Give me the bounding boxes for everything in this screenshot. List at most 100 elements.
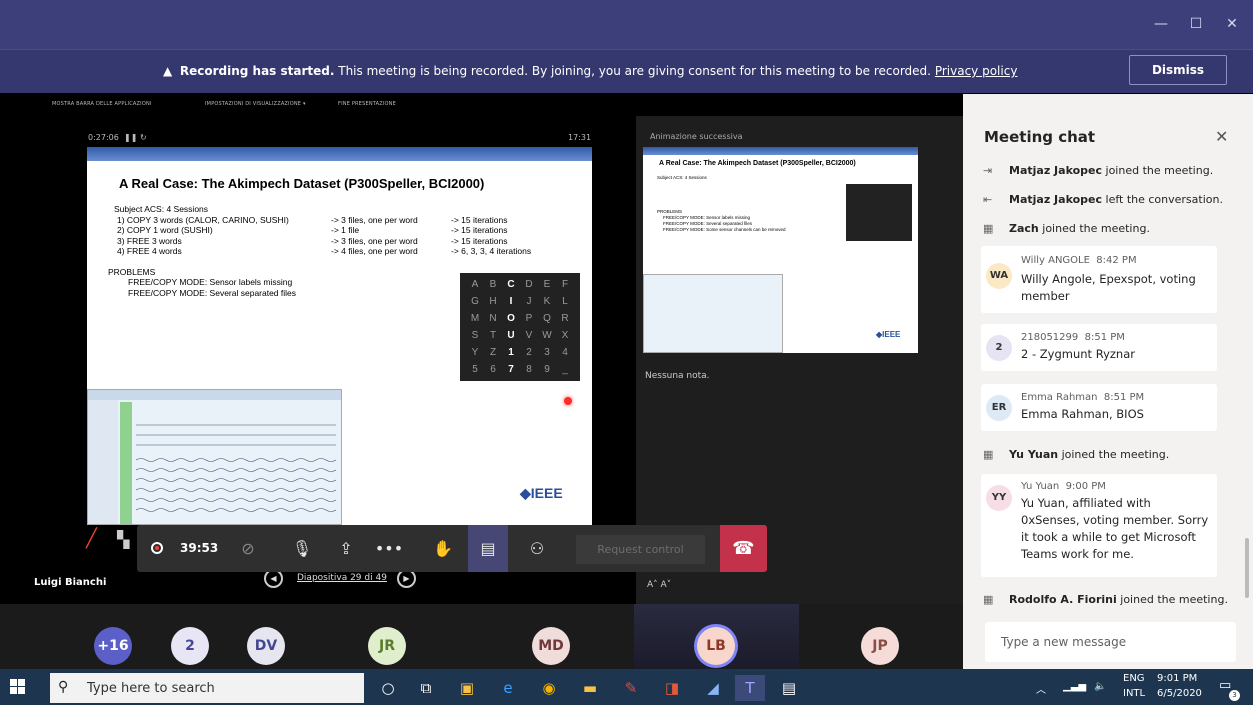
hang-up-button[interactable]: ☎ <box>720 525 767 572</box>
speller-cell: 3 <box>544 347 550 358</box>
next-slide-preview[interactable]: A Real Case: The Akimpech Dataset (P300S… <box>643 147 918 353</box>
clock-time[interactable]: 9:01 PM <box>1157 673 1197 684</box>
slide-counter[interactable]: Diapositiva 29 di 49 <box>297 573 387 583</box>
mic-muted-icon[interactable]: 🎙 <box>282 525 322 572</box>
dismiss-button[interactable]: Dismiss <box>1129 55 1227 85</box>
speller-cell: V <box>525 330 533 341</box>
edge-icon[interactable]: e <box>493 675 523 701</box>
more-actions-icon[interactable]: ••• <box>369 525 409 572</box>
chat-message[interactable]: 2 218051299 8:51 PM 2 - Zygmunt Ryznar <box>981 324 1217 371</box>
message-text: Willy Angole, Epexspot, voting member <box>1021 272 1196 303</box>
event-name: Rodolfo A. Fiorini <box>1009 593 1117 606</box>
slide-subject: Subject ACS: 4 Sessions <box>114 204 209 214</box>
speller-cell: I <box>509 296 513 307</box>
calendar-icon: ▦ <box>983 448 994 461</box>
font-size-icon[interactable]: A˄ A˅ <box>647 580 671 590</box>
chat-scrollbar[interactable] <box>1245 538 1249 598</box>
slide-header-band <box>87 147 592 161</box>
privacy-policy-link[interactable]: Privacy policy <box>935 64 1018 78</box>
speller-matrix: A B C D E F G H I J K L M N O P Q R S T U V W X Y Z 1 2 3 4 5 6 7 8 9 _ <box>460 273 580 381</box>
pen-app-icon[interactable]: ◢ <box>698 675 728 701</box>
speller-cell: K <box>543 296 551 307</box>
chat-message[interactable]: WA Willy ANGOLE 8:42 PM Willy Angole, Ep… <box>981 246 1217 313</box>
powerpoint-icon[interactable]: ◨ <box>657 675 687 701</box>
banner-text: This meeting is being recorded. By joini… <box>338 64 931 78</box>
chat-event: ⇥ Matjaz Jakopec joined the meeting. <box>983 164 1213 177</box>
store-icon[interactable]: ▣ <box>452 675 482 701</box>
search-placeholder: Type here to search <box>87 681 215 696</box>
speller-cell: Y <box>471 347 479 358</box>
participants-icon[interactable]: ⚇ <box>517 525 557 572</box>
speller-cell: 7 <box>508 364 514 375</box>
participant-avatar[interactable]: DV <box>247 627 285 665</box>
speller-cell: Q <box>543 313 551 324</box>
minimize-icon[interactable]: — <box>1151 14 1171 34</box>
message-text: Emma Rahman, BIOS <box>1021 407 1144 421</box>
request-control-button[interactable]: Request control <box>576 535 705 564</box>
event-text: joined the meeting. <box>1038 222 1150 235</box>
event-text: left the conversation. <box>1102 193 1223 206</box>
grid-icon[interactable]: ▚ <box>117 530 129 549</box>
message-text: Yu Yuan, affiliated with 0xSenses, votin… <box>1021 496 1209 561</box>
speller-cell: Z <box>489 347 497 358</box>
share-screen-icon[interactable]: ⇪ <box>326 525 366 572</box>
avatar: 2 <box>986 335 1012 361</box>
close-window-icon[interactable]: ✕ <box>1222 14 1242 34</box>
avatar: WA <box>986 263 1012 289</box>
elapsed-time: 0:27:06 <box>88 133 119 142</box>
speller-cell: G <box>471 296 479 307</box>
session-iterations: -> 15 iterations <box>451 235 508 246</box>
camera-off-icon[interactable]: ⊘ <box>228 525 268 572</box>
tray-chevron-icon[interactable]: ︿ <box>1036 681 1046 696</box>
speller-cell: F <box>561 279 569 290</box>
chat-event: ▦ Yu Yuan joined the meeting. <box>983 448 1169 461</box>
raise-hand-icon[interactable]: ✋ <box>423 525 463 572</box>
maximize-icon[interactable]: ☐ <box>1186 14 1206 34</box>
join-icon: ⇥ <box>983 164 993 177</box>
file-explorer-icon[interactable]: ▬ <box>575 675 605 701</box>
chrome-icon[interactable]: ◉ <box>534 675 564 701</box>
task-view-icon[interactable]: ⧉ <box>411 675 441 701</box>
participant-avatar[interactable]: 2 <box>171 627 209 665</box>
network-icon[interactable]: ▁▃▅ <box>1063 681 1086 692</box>
message-time: 8:51 PM <box>1103 392 1145 403</box>
region[interactable]: INTL <box>1123 688 1145 699</box>
participant-avatar[interactable]: MD <box>532 627 570 665</box>
cortana-icon[interactable]: ○ <box>373 675 403 701</box>
event-name: Zach <box>1009 222 1039 235</box>
pen-icon[interactable]: ╱ <box>86 528 97 549</box>
chat-message[interactable]: YY Yu Yuan 9:00 PM Yu Yuan, affiliated w… <box>981 474 1217 577</box>
next-slide-subject: Subject ACS: 4 Sessions <box>657 175 707 180</box>
call-duration: 39:53 <box>180 541 219 555</box>
recording-banner: ▲ Recording has started. This meeting is… <box>0 49 1253 93</box>
participant-overflow[interactable]: +16 <box>94 627 132 665</box>
volume-icon[interactable]: 🔈 <box>1094 681 1106 692</box>
close-icon[interactable]: ✕ <box>1215 127 1228 146</box>
participant-avatar[interactable]: JP <box>861 627 899 665</box>
clock-date[interactable]: 6/5/2020 <box>1157 688 1202 699</box>
chat-icon[interactable]: ▤ <box>468 525 508 572</box>
notification-icon[interactable]: ▭ <box>1219 678 1231 693</box>
notepad-icon[interactable]: ▤ <box>774 675 804 701</box>
slide-title: A Real Case: The Akimpech Dataset (P300S… <box>119 176 485 191</box>
recording-icon <box>151 542 163 554</box>
windows-start-icon[interactable] <box>10 679 25 694</box>
pause-reset-icon[interactable]: ❚❚ ↻ <box>124 133 147 142</box>
session-files: -> 1 file <box>331 225 360 235</box>
message-text: 2 - Zygmunt Ryznar <box>1021 347 1135 361</box>
banner-message: ▲ Recording has started. This meeting is… <box>163 64 1017 78</box>
toolbar-item-end[interactable]: FINE PRESENTAZIONE <box>338 101 396 107</box>
message-meta: 218051299 8:51 PM <box>1021 332 1125 343</box>
language[interactable]: ENG <box>1123 673 1145 684</box>
toolbar-item-display[interactable]: IMPOSTAZIONI DI VISUALIZZAZIONE ▾ <box>205 101 306 107</box>
participant-avatar[interactable]: JR <box>368 627 406 665</box>
chat-message[interactable]: ER Emma Rahman 8:51 PM Emma Rahman, BIOS <box>981 384 1217 431</box>
message-meta: Willy ANGOLE 8:42 PM <box>1021 255 1137 266</box>
snip-icon[interactable]: ✎ <box>616 675 646 701</box>
teams-icon[interactable]: T <box>735 675 765 701</box>
participant-avatar-speaking[interactable]: LB <box>697 627 735 665</box>
speller-cell: 9 <box>544 364 550 375</box>
speller-cell: 1 <box>508 347 514 358</box>
toolbar-item-taskbar[interactable]: MOSTRA BARRA DELLE APPLICAZIONI <box>52 101 152 107</box>
event-name: Matjaz Jakopec <box>1009 193 1103 206</box>
